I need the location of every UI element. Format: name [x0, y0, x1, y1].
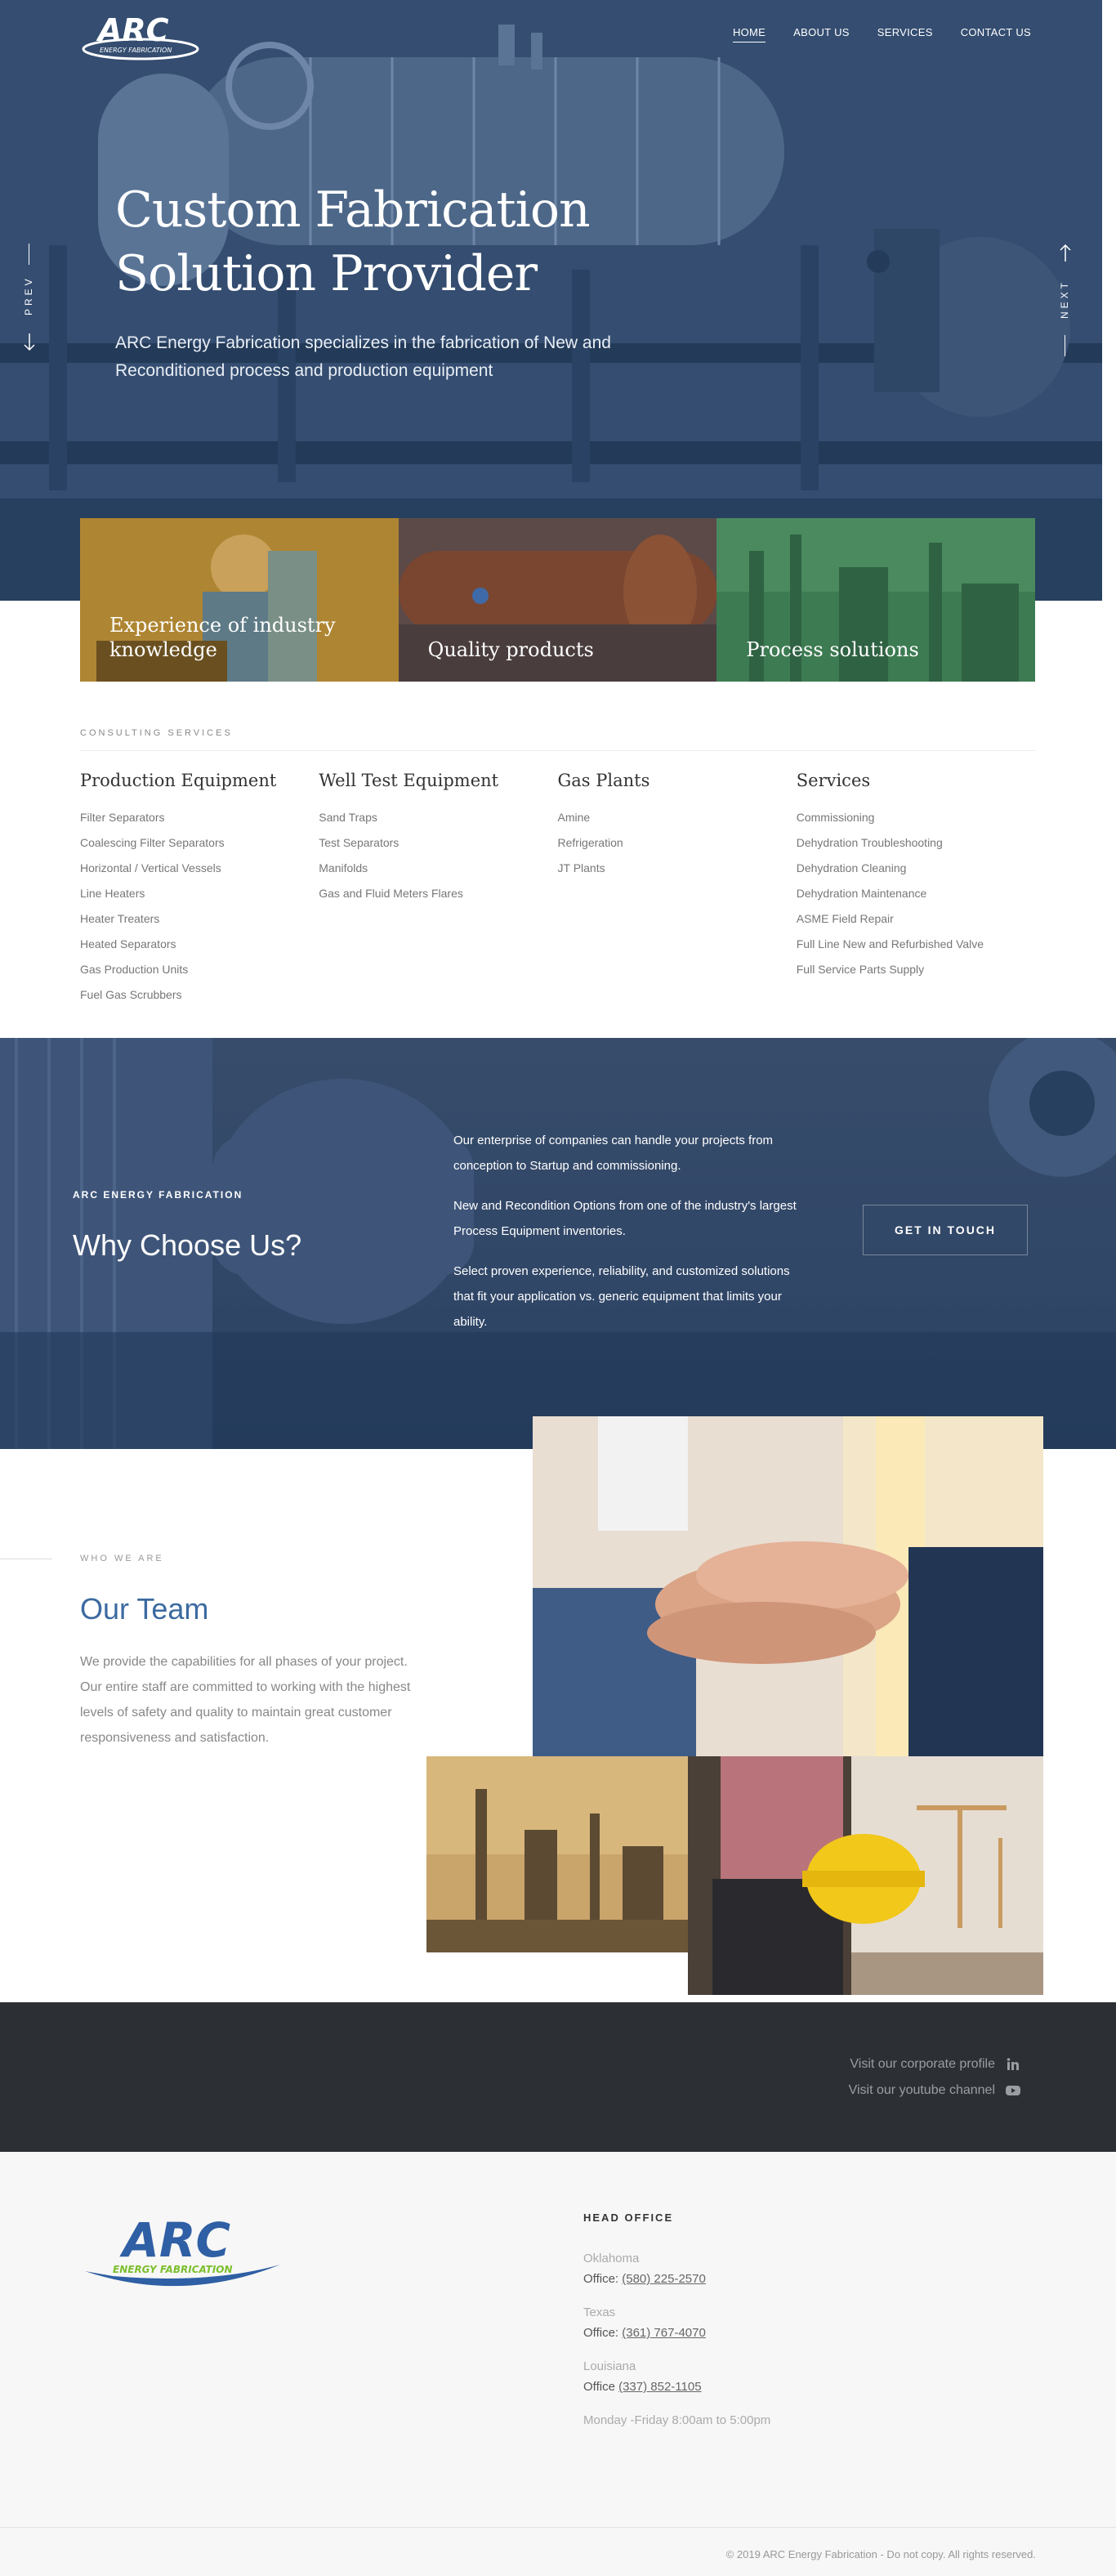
- list-item[interactable]: Dehydration Cleaning: [797, 856, 1035, 881]
- divider: [0, 2527, 1116, 2528]
- list-item[interactable]: Gas and Fluid Meters Flares: [319, 881, 557, 906]
- youtube-link[interactable]: Visit our youtube channel: [849, 2082, 1021, 2099]
- office-prefix: Office:: [583, 2272, 623, 2286]
- youtube-icon: [1006, 2086, 1020, 2095]
- office-prefix: Office: [583, 2380, 619, 2394]
- column-title: Services: [796, 771, 871, 790]
- arrow-up-icon: [1060, 244, 1071, 262]
- phone-link[interactable]: (337) 852-1105: [618, 2380, 701, 2394]
- column-title: Production Equipment: [80, 771, 277, 790]
- feature-label: Process solutions: [746, 638, 919, 661]
- why-paragraph: New and Recondition Options from one of …: [453, 1199, 797, 1238]
- svg-text:ENERGY FABRICATION: ENERGY FABRICATION: [100, 47, 172, 54]
- nav-about-us[interactable]: ABOUT US: [793, 26, 850, 42]
- column-well-test-equipment: Well Test Equipment Sand Traps Test Sepa…: [319, 771, 557, 1008]
- why-paragraph: Select proven experience, reliability, a…: [453, 1264, 790, 1329]
- linkedin-icon: [1007, 2058, 1019, 2070]
- list-item[interactable]: ASME Field Repair: [797, 906, 1035, 932]
- column-production-equipment: Production Equipment Filter Separators C…: [80, 771, 319, 1008]
- list-item[interactable]: Fuel Gas Scrubbers: [80, 982, 319, 1008]
- column-gas-plants: Gas Plants Amine Refrigeration JT Plants: [558, 771, 797, 1008]
- list-item[interactable]: JT Plants: [558, 856, 797, 881]
- list-item[interactable]: Full Line New and Refurbished Valve: [797, 932, 1035, 957]
- list-item[interactable]: Horizontal / Vertical Vessels: [80, 856, 319, 881]
- social-band: Visit our corporate profile Visit our yo…: [0, 2002, 1116, 2152]
- list-item[interactable]: Refrigeration: [558, 830, 797, 856]
- arc-logo[interactable]: ARC ENERGY FABRICATION: [80, 7, 201, 64]
- list-item[interactable]: Filter Separators: [80, 805, 319, 830]
- next-label: NEXT: [1059, 279, 1070, 319]
- consulting-eyebrow: CONSULTING SERVICES: [80, 728, 233, 738]
- copyright: © 2019 ARC Energy Fabrication - Do not c…: [725, 2548, 1036, 2560]
- why-title: Why Choose Us?: [73, 1228, 302, 1262]
- column-title: Gas Plants: [557, 771, 650, 790]
- linkedin-label: Visit our corporate profile: [850, 2057, 995, 2071]
- list-item[interactable]: Full Service Parts Supply: [797, 957, 1035, 982]
- why-eyebrow: ARC ENERGY FABRICATION: [73, 1189, 243, 1201]
- footer: ARC ENERGY FABRICATION HEAD OFFICE Oklah…: [0, 2152, 1116, 2576]
- nav-home[interactable]: HOME: [732, 26, 766, 42]
- list-item[interactable]: Gas Production Units: [80, 957, 319, 982]
- hero-title: Custom Fabrication Solution Provider: [115, 181, 591, 302]
- team-hands-photo: [533, 1416, 1043, 1756]
- phone-link[interactable]: (361) 767-4070: [622, 2326, 706, 2340]
- nav-services[interactable]: SERVICES: [877, 26, 933, 42]
- industrial-plant-photo: [426, 1756, 688, 1952]
- arrow-down-icon: [24, 333, 35, 351]
- svg-text:ENERGY FABRICATION: ENERGY FABRICATION: [113, 2264, 233, 2275]
- youtube-label: Visit our youtube channel: [848, 2083, 995, 2097]
- list-item[interactable]: Manifolds: [319, 856, 557, 881]
- feature-label: Experience of industry knowledge: [109, 614, 336, 661]
- list-item[interactable]: Heated Separators: [80, 932, 319, 957]
- office-region: Oklahoma: [583, 2252, 640, 2265]
- list-item[interactable]: Dehydration Troubleshooting: [797, 830, 1035, 856]
- list-item[interactable]: Amine: [558, 805, 797, 830]
- list-item[interactable]: Test Separators: [319, 830, 557, 856]
- feature-card-process[interactable]: Process solutions: [716, 518, 1036, 682]
- slider-next-button[interactable]: NEXT: [1056, 244, 1075, 358]
- linkedin-link[interactable]: Visit our corporate profile: [850, 2056, 1021, 2073]
- phone-link[interactable]: (580) 225-2570: [622, 2272, 706, 2286]
- team-title: Our Team: [80, 1592, 209, 1626]
- hero-subtitle: ARC Energy Fabrication specializes in th…: [115, 333, 611, 380]
- list-item[interactable]: Coalescing Filter Separators: [80, 830, 319, 856]
- office-oklahoma: Oklahoma Office: (580) 225-2570: [583, 2252, 706, 2286]
- arc-footer-logo[interactable]: ARC ENERGY FABRICATION: [80, 2206, 284, 2304]
- team-eyebrow: WHO WE ARE: [80, 1554, 164, 1563]
- helmet-worker-photo: [688, 1756, 1043, 1995]
- office-texas: Texas Office: (361) 767-4070: [583, 2305, 706, 2340]
- office-prefix: Office:: [583, 2326, 623, 2340]
- feature-cards: Experience of industry knowledge Quality…: [80, 518, 1036, 682]
- why-paragraph: Our enterprise of companies can handle y…: [453, 1134, 774, 1173]
- office-region: Texas: [583, 2305, 616, 2319]
- svg-text:ARC: ARC: [96, 12, 169, 48]
- team-description: We provide the capabilities for all phas…: [80, 1655, 411, 1745]
- column-services: Services Commissioning Dehydration Troub…: [797, 771, 1035, 1008]
- feature-label: Quality products: [427, 638, 594, 661]
- column-title: Well Test Equipment: [319, 771, 499, 790]
- list-item[interactable]: Heater Treaters: [80, 906, 319, 932]
- feature-card-experience[interactable]: Experience of industry knowledge: [80, 518, 399, 682]
- office-louisiana: Louisiana Office (337) 852-1105: [583, 2359, 702, 2394]
- consulting-columns: Production Equipment Filter Separators C…: [80, 771, 1035, 1008]
- svg-text:ARC: ARC: [119, 2212, 230, 2268]
- main-nav: HOME ABOUT US SERVICES CONTACT US: [732, 26, 1031, 42]
- list-item[interactable]: Commissioning: [797, 805, 1035, 830]
- office-hours: Monday -Friday 8:00am to 5:00pm: [583, 2413, 771, 2427]
- feature-card-quality[interactable]: Quality products: [398, 518, 717, 682]
- list-item[interactable]: Dehydration Maintenance: [797, 881, 1035, 906]
- why-choose-section: ARC ENERGY FABRICATION Why Choose Us? Ou…: [0, 1038, 1116, 1449]
- head-office-title: HEAD OFFICE: [583, 2212, 674, 2224]
- office-region: Louisiana: [583, 2359, 636, 2373]
- divider: [80, 750, 1035, 751]
- slider-prev-button[interactable]: PREV: [20, 244, 39, 358]
- hero-section: ARC ENERGY FABRICATION HOME ABOUT US SER…: [0, 0, 1116, 601]
- nav-contact-us[interactable]: CONTACT US: [961, 26, 1031, 42]
- why-paragraphs: Our enterprise of companies can handle y…: [453, 1128, 797, 1349]
- get-in-touch-button[interactable]: GET IN TOUCH: [863, 1205, 1028, 1255]
- list-item[interactable]: Line Heaters: [80, 881, 319, 906]
- list-item[interactable]: Sand Traps: [319, 805, 557, 830]
- hero-edge: [1102, 0, 1116, 601]
- prev-label: PREV: [23, 275, 34, 315]
